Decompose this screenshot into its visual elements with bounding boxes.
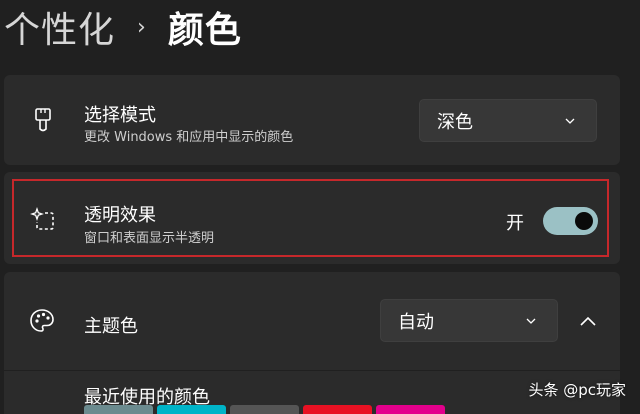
paintbrush-icon	[35, 108, 51, 132]
watermark-text: 头条 @pc玩家	[528, 381, 626, 399]
recent-color-swatch[interactable]	[303, 405, 372, 414]
breadcrumb: 个性化 › 颜色	[4, 2, 242, 52]
toggle-knob	[575, 212, 593, 230]
mode-dropdown[interactable]: 深色	[419, 99, 597, 142]
accent-title: 主题色	[84, 316, 138, 337]
mode-dropdown-value: 深色	[437, 111, 473, 133]
transparency-toggle-state: 开	[506, 213, 524, 234]
palette-icon	[30, 309, 54, 332]
watermark: 头条 @pc玩家	[528, 379, 626, 400]
chevron-down-icon	[565, 118, 575, 124]
accent-dropdown[interactable]: 自动	[380, 299, 558, 342]
chevron-down-icon	[526, 318, 536, 324]
breadcrumb-separator: ›	[137, 14, 146, 40]
transparency-toggle[interactable]	[543, 207, 598, 235]
page-title: 颜色	[167, 10, 242, 51]
breadcrumb-parent[interactable]: 个性化	[4, 1, 115, 53]
recent-color-swatch[interactable]	[157, 405, 226, 414]
transparency-sparkle-icon	[30, 207, 54, 230]
chevron-up-icon[interactable]	[578, 314, 598, 328]
transparency-subtitle: 窗口和表面显示半透明	[84, 231, 215, 246]
accent-dropdown-value: 自动	[398, 311, 434, 333]
mode-title: 选择模式	[84, 105, 156, 126]
recent-color-swatch[interactable]	[84, 405, 153, 414]
recent-color-swatch[interactable]	[230, 405, 299, 414]
mode-subtitle: 更改 Windows 和应用中显示的颜色	[84, 130, 294, 145]
transparency-title: 透明效果	[84, 205, 156, 226]
recent-color-swatch[interactable]	[376, 405, 445, 414]
